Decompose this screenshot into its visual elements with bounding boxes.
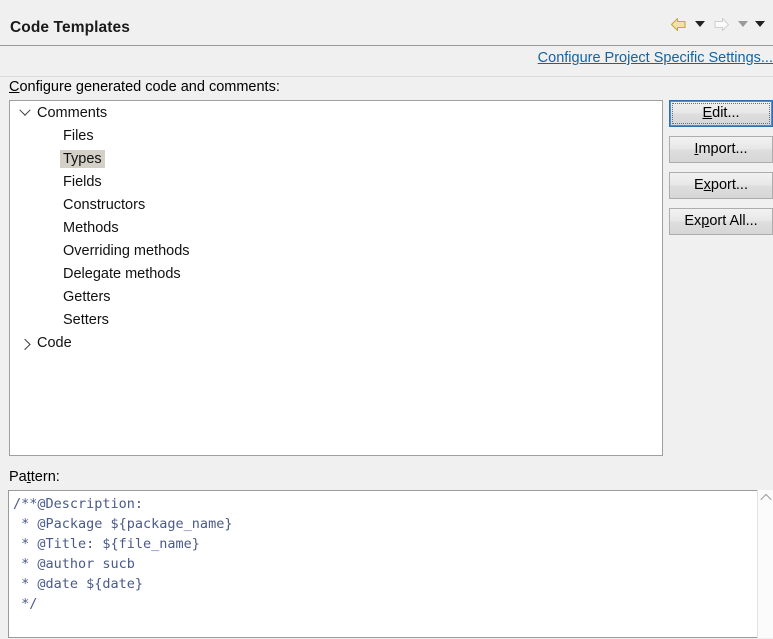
tree-item-label: Setters (63, 311, 109, 328)
tree-item-files[interactable]: Files (10, 124, 662, 147)
forward-history-chevron-down-icon[interactable] (734, 14, 751, 34)
configure-project-specific-settings-link[interactable]: Configure Project Specific Settings... (538, 50, 773, 66)
button-label-post: ort All... (709, 213, 758, 229)
tree-item-types[interactable]: Types (10, 147, 662, 170)
export-button[interactable]: Export... (669, 172, 773, 199)
button-label-post: dit... (712, 105, 740, 121)
tree-item-label: Overriding methods (63, 242, 190, 259)
edit-button[interactable]: Edit... (669, 100, 773, 127)
page-header: Code Templates (0, 0, 773, 46)
more-menu-chevron-down-icon[interactable] (751, 14, 768, 34)
project-settings-linkbar: Configure Project Specific Settings... (0, 46, 773, 77)
tree-item-getters[interactable]: Getters (10, 285, 662, 308)
tree-item-label: Types (60, 149, 105, 168)
tree-item-fields[interactable]: Fields (10, 170, 662, 193)
forward-arrow-icon[interactable] (708, 14, 734, 34)
tree-item-delegate-methods[interactable]: Delegate methods (10, 262, 662, 285)
pattern-label-post: tern: (30, 469, 60, 485)
tree-item-setters[interactable]: Setters (10, 308, 662, 331)
button-label-post: port... (710, 177, 748, 193)
code-templates-tree[interactable]: Comments Files Types Fields Constructors Meth… (9, 100, 663, 456)
pattern-preview-box[interactable]: /**@Description: * @Package ${package_na… (8, 490, 773, 638)
tree-item-label: Constructors (63, 196, 146, 213)
tree-item-comments[interactable]: Comments (10, 101, 662, 124)
pattern-label-pre: Pa (9, 469, 27, 485)
button-label-pre: E (694, 177, 704, 193)
tree-item-label: Delegate methods (63, 265, 181, 282)
button-label-mnemonic: x (703, 177, 711, 193)
tree-item-label: Files (63, 127, 94, 144)
pattern-label: Pattern: (9, 469, 60, 485)
button-label-post: mport... (698, 141, 748, 157)
tree-item-constructors[interactable]: Constructors (10, 193, 662, 216)
back-history-chevron-down-icon[interactable] (691, 14, 708, 34)
tree-item-label: Fields (63, 173, 102, 190)
tree-item-overriding-methods[interactable]: Overriding methods (10, 239, 662, 262)
chevron-up-icon[interactable] (758, 490, 773, 506)
chevron-right-icon[interactable] (16, 338, 34, 350)
tree-section-label-mnemonic: C (9, 79, 20, 95)
tree-item-label: Methods (63, 219, 119, 236)
tree-section-label-rest: onfigure generated code and comments: (19, 79, 280, 95)
tree-item-label: Code (37, 334, 72, 351)
export-all-button[interactable]: Export All... (669, 208, 773, 235)
pattern-code-text: /**@Description: * @Package ${package_na… (13, 496, 233, 612)
tree-item-label: Getters (63, 288, 111, 305)
back-arrow-icon[interactable] (665, 14, 691, 34)
tree-action-buttons: Edit... Import... Export... Export All... (669, 100, 773, 244)
tree-item-methods[interactable]: Methods (10, 216, 662, 239)
import-button[interactable]: Import... (669, 136, 773, 163)
header-nav-icons (665, 14, 768, 34)
tree-section-label: Configure generated code and comments: (9, 79, 280, 95)
button-label-pre: Ex (684, 213, 702, 229)
button-label-mnemonic: E (702, 105, 713, 121)
pattern-scrollbar[interactable] (757, 490, 773, 638)
chevron-down-icon[interactable] (16, 104, 34, 117)
tree-item-code[interactable]: Code (10, 331, 662, 354)
tree-item-label: Comments (37, 104, 108, 121)
page-title: Code Templates (10, 19, 130, 36)
